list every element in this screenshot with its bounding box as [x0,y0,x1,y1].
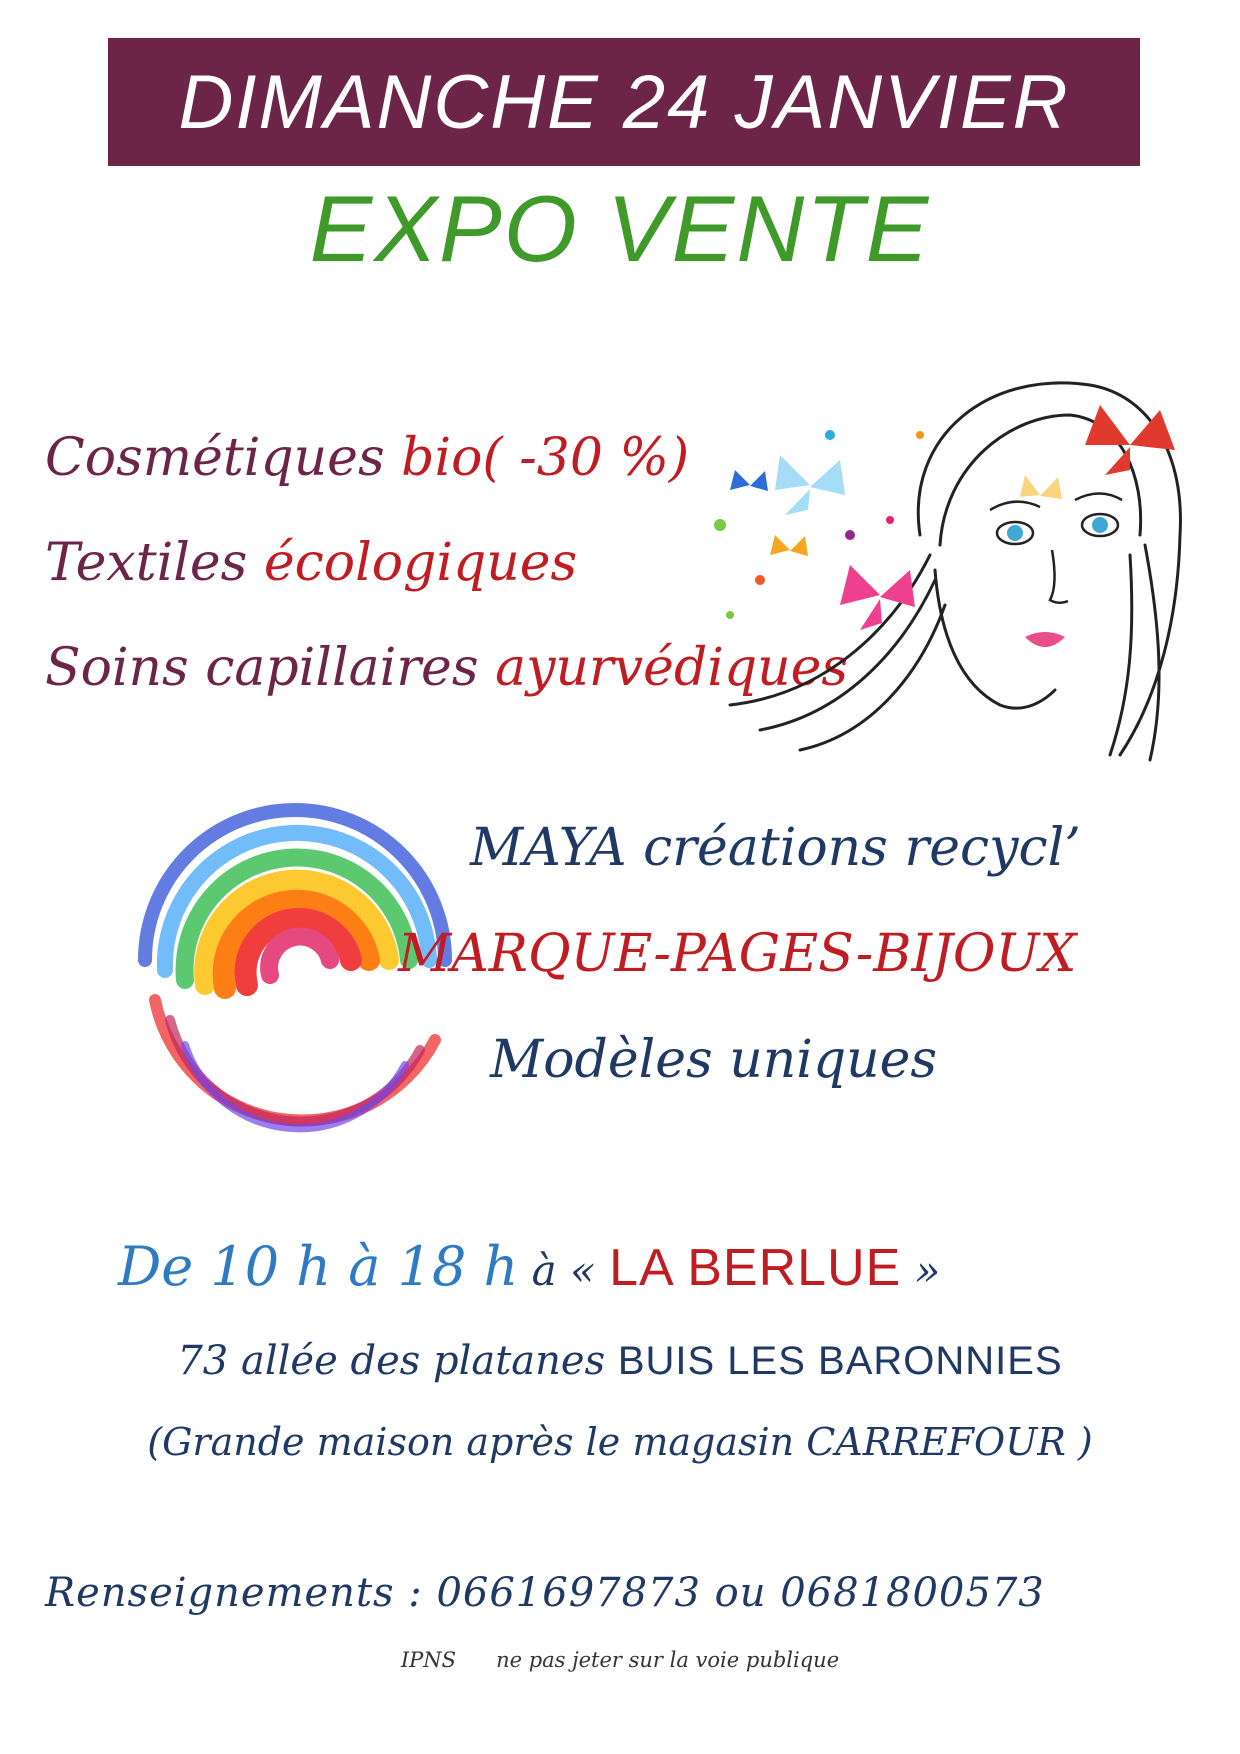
butterfly-icon [770,535,808,556]
product-line-textiles: Textiles écologiques [45,533,578,593]
woman-face-illustration [714,381,1182,762]
product-highlight: bio( -30 %) [401,428,690,488]
event-date: DIMANCHE 24 JANVIER [178,59,1070,145]
town-name: BUIS LES BARONNIES [617,1339,1063,1383]
product-highlight: écologiques [263,533,578,593]
opening-hours-line: De 10 h à 18 h à « LA BERLUE » [118,1235,941,1298]
footer-notice: IPNS ne pas jeter sur la voie publique [0,1648,1240,1672]
phone-numbers: 0661697873 ou 0681800573 [436,1570,1045,1616]
contact-line: Renseignements : 0661697873 ou 068180057… [45,1570,1045,1616]
address-line: 73 allée des platanes BUIS LES BARONNIES [0,1338,1240,1384]
maya-unique-line: Modèles uniques [490,1030,938,1090]
date-banner: DIMANCHE 24 JANVIER [108,38,1140,166]
maya-brand-line: MAYA créations recycl’ [470,818,1081,878]
ipns-label: IPNS [400,1648,457,1672]
disposal-notice: ne pas jeter sur la voie publique [496,1648,840,1672]
contact-label: Renseignements : [45,1570,437,1616]
butterfly-icon [1085,405,1175,475]
maya-products-line: MARQUE-PAGES-BIJOUX [398,924,1077,984]
butterfly-icon [775,455,845,515]
street-address: 73 allée des platanes [177,1338,618,1384]
butterfly-icon [840,565,915,630]
event-title: EXPO VENTE [309,176,931,281]
product-line-cosmetics: Cosmétiques bio( -30 %) [45,428,690,488]
directions-line: (Grande maison après le magasin CARREFOU… [147,1420,1093,1464]
butterfly-icon [1020,475,1062,499]
opening-hours: De 10 h à 18 h [118,1235,519,1298]
butterfly-icon [730,470,768,491]
venue-name: LA BERLUE [609,1239,902,1297]
